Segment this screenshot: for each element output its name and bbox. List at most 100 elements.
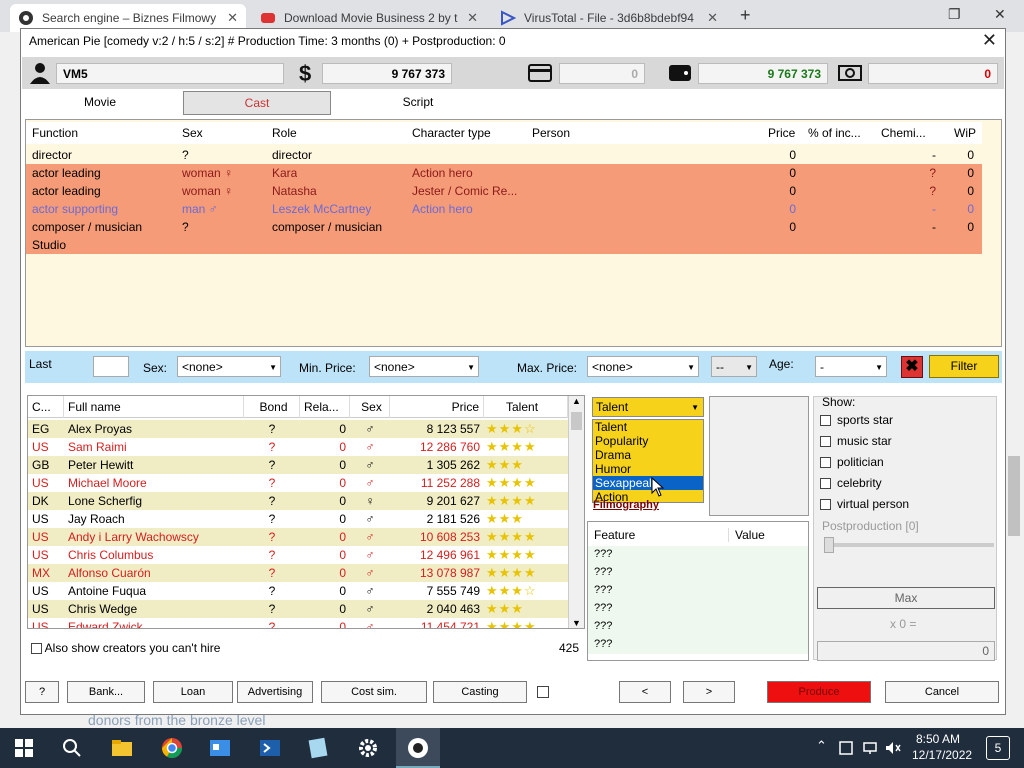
sort-option[interactable]: Drama	[593, 448, 703, 462]
col-role[interactable]: Role	[272, 126, 297, 140]
sort-option[interactable]: Popularity	[593, 434, 703, 448]
candidate-row[interactable]: US Chris Columbus? 0 ♂ 12 496 961 ★★★★	[28, 546, 568, 564]
windows-start-icon[interactable]	[12, 736, 36, 760]
candidate-row[interactable]: US Antoine Fuqua? 0 ♂ 7 555 749 ★★★☆	[28, 582, 568, 600]
show-option-music-star[interactable]: music star	[820, 434, 892, 448]
filmography-link[interactable]: Filmography	[593, 499, 659, 511]
last-input[interactable]	[93, 356, 129, 377]
close-tab-icon[interactable]: ✕	[467, 10, 478, 26]
sort-option[interactable]: Talent	[593, 420, 703, 434]
dialog-close-button[interactable]: ✕	[982, 30, 997, 51]
sex-select[interactable]: <none> ▼	[177, 356, 281, 377]
postproduction-slider-track[interactable]	[824, 543, 994, 547]
checkbox-box[interactable]	[820, 415, 831, 427]
cost-sim-button[interactable]: Cost sim.	[321, 681, 427, 703]
close-tab-icon[interactable]: ✕	[707, 10, 718, 26]
col-person[interactable]: Person	[532, 126, 570, 140]
col-bond[interactable]: Bond	[244, 396, 300, 418]
sort-option[interactable]: Humor	[593, 462, 703, 476]
show-option-sports-star[interactable]: sports star	[820, 413, 893, 427]
col-full-name[interactable]: Full name	[64, 396, 244, 418]
cast-row[interactable]: actor leading woman ♀ Kara Action hero 0? 0	[26, 164, 982, 182]
cancel-button[interactable]: Cancel	[885, 681, 999, 703]
loan-button[interactable]: Loan	[153, 681, 233, 703]
casting-checkbox[interactable]	[537, 686, 549, 698]
help-button[interactable]: ?	[25, 681, 59, 703]
sort-option[interactable]: Sexappeal	[593, 476, 703, 490]
chrome-icon[interactable]	[160, 736, 184, 760]
candidate-row[interactable]: DK Lone Scherfig? 0 ♀ 9 201 627 ★★★★	[28, 492, 568, 510]
checkbox-box[interactable]	[820, 499, 831, 511]
scroll-up-icon[interactable]: ▲	[572, 396, 581, 406]
produce-button[interactable]: Produce	[767, 681, 871, 703]
cast-row[interactable]: composer / musician? composer / musician 0…	[26, 218, 982, 236]
notifications-badge[interactable]: 5	[986, 736, 1010, 760]
sort-select[interactable]: Talent ▼	[592, 397, 704, 417]
tray-app-icon[interactable]	[838, 740, 854, 756]
postproduction-slider-handle[interactable]	[824, 537, 834, 553]
scrollbar-thumb[interactable]	[571, 412, 582, 430]
cast-row[interactable]: actor supporting man ♂ Leszek McCartney Act…	[26, 200, 982, 218]
file-explorer-icon[interactable]	[110, 736, 134, 760]
candidate-row[interactable]: US Chris Wedge? 0 ♂ 2 040 463 ★★★	[28, 600, 568, 618]
max-button[interactable]: Max	[817, 587, 995, 609]
clock-time[interactable]: 8:50 AM	[916, 732, 960, 746]
checkbox-box[interactable]	[31, 643, 42, 655]
show-option-politician[interactable]: politician	[820, 455, 884, 469]
bank-button[interactable]: Bank...	[67, 681, 145, 703]
clock-date[interactable]: 12/17/2022	[912, 748, 972, 762]
also-show-checkbox[interactable]: Also show creators you can't hire	[31, 641, 220, 655]
candidates-scrollbar[interactable]: ▲ ▼	[568, 396, 584, 628]
movie-business-taskbar-button[interactable]	[396, 728, 440, 768]
tab-movie[interactable]: Movie	[25, 91, 175, 115]
candidate-row[interactable]: EG Alex Proyas? 0 ♂ 8 123 557 ★★★☆	[28, 420, 568, 438]
col-price[interactable]: Price	[390, 396, 484, 418]
col-relation[interactable]: Rela...	[300, 396, 350, 418]
settings-gear-icon[interactable]	[356, 736, 380, 760]
range-select[interactable]: -- ▼	[711, 356, 757, 377]
col-price[interactable]: Price	[768, 126, 795, 140]
cast-row[interactable]: actor leading woman ♀ Natasha Jester / Comi…	[26, 182, 982, 200]
candidate-row[interactable]: US Andy i Larry Wachowscy? 0 ♂ 10 608 253 ★★★…	[28, 528, 568, 546]
col-country[interactable]: C...	[28, 396, 64, 418]
clear-filter-icon[interactable]: ✖	[901, 356, 923, 378]
close-window-icon[interactable]: ✕	[994, 6, 1006, 23]
candidate-row[interactable]: MX Alfonso Cuarón? 0 ♂ 13 078 987 ★★★★	[28, 564, 568, 582]
candidate-row[interactable]: US Michael Moore? 0 ♂ 11 252 288 ★★★★	[28, 474, 568, 492]
checkbox-box[interactable]	[820, 457, 831, 469]
col-wip[interactable]: WiP	[954, 126, 976, 140]
col-chemistry[interactable]: Chemi...	[881, 126, 926, 140]
candidate-row[interactable]: US Jay Roach? 0 ♂ 2 181 526 ★★★	[28, 510, 568, 528]
checkbox-box[interactable]	[820, 478, 831, 490]
control-panel-icon[interactable]	[208, 736, 232, 760]
col-function[interactable]: Function	[32, 126, 78, 140]
next-button[interactable]: >	[683, 681, 735, 703]
volume-muted-icon[interactable]	[884, 740, 902, 756]
col-sex[interactable]: Sex	[350, 396, 390, 418]
candidate-row[interactable]: GB Peter Hewitt? 0 ♂ 1 305 262 ★★★	[28, 456, 568, 474]
max-price-select[interactable]: <none> ▼	[587, 356, 699, 377]
tab-cast[interactable]: Cast	[183, 91, 331, 115]
col-pct-income[interactable]: % of inc...	[808, 126, 861, 140]
show-option-celebrity[interactable]: celebrity	[820, 476, 882, 490]
powershell-icon[interactable]	[258, 736, 282, 760]
cast-row[interactable]: director? director 0 - 0	[26, 146, 982, 164]
casting-button[interactable]: Casting	[433, 681, 527, 703]
col-sex[interactable]: Sex	[182, 126, 203, 140]
previous-button[interactable]: <	[619, 681, 671, 703]
cast-row[interactable]: Studio	[26, 236, 982, 254]
tab-script[interactable]: Script	[339, 91, 497, 115]
search-icon[interactable]	[60, 736, 84, 760]
restore-window-icon[interactable]: ❐	[948, 6, 961, 23]
min-price-select[interactable]: <none> ▼	[369, 356, 479, 377]
checkbox-box[interactable]	[820, 436, 831, 448]
candidate-row[interactable]: US Edward Zwick? 0 ♂ 11 454 721 ★★★★	[28, 618, 568, 628]
network-icon[interactable]	[862, 740, 878, 756]
filter-button[interactable]: Filter	[929, 355, 999, 378]
col-talent[interactable]: Talent	[484, 396, 568, 418]
new-tab-button[interactable]: +	[740, 5, 751, 26]
chevron-up-icon[interactable]: ⌃	[816, 738, 827, 754]
scroll-down-icon[interactable]: ▼	[572, 618, 581, 628]
close-tab-icon[interactable]: ✕	[227, 10, 238, 26]
age-select[interactable]: - ▼	[815, 356, 887, 377]
